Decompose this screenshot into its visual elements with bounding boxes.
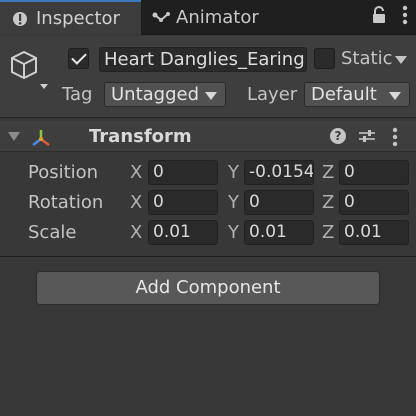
scale-x-field[interactable]: 0.01: [148, 220, 218, 245]
info-icon: [12, 11, 28, 27]
tag-label: Tag: [62, 84, 93, 105]
static-checkbox[interactable]: [314, 48, 335, 69]
static-dropdown-arrow-icon[interactable]: [395, 56, 407, 64]
position-y-axis-label[interactable]: Y: [228, 161, 239, 185]
add-component-button[interactable]: Add Component: [36, 271, 380, 305]
scale-y-axis-label[interactable]: Y: [228, 221, 239, 245]
rotation-z-axis-label[interactable]: Z: [322, 191, 334, 215]
foldout-arrow-icon[interactable]: [8, 132, 20, 141]
position-x-field[interactable]: 0: [148, 160, 218, 185]
rotation-y-axis-label[interactable]: Y: [228, 191, 239, 215]
tab-bar: Inspector Animator: [0, 0, 416, 35]
rotation-y-field[interactable]: 0: [244, 190, 314, 215]
tab-inspector-label: Inspector: [36, 8, 120, 29]
gameobject-name-field[interactable]: Heart Danglies_Earing: [99, 47, 307, 72]
chevron-down-icon: [389, 92, 401, 100]
tag-value: Untagged: [111, 84, 200, 105]
static-label: Static: [341, 48, 393, 69]
tab-animator-label: Animator: [176, 7, 259, 28]
tab-animator[interactable]: Animator: [152, 0, 259, 35]
tab-tools: [372, 0, 408, 35]
active-checkbox[interactable]: [68, 48, 89, 69]
layer-value: Default: [311, 84, 377, 105]
position-z-field[interactable]: 0: [339, 160, 409, 185]
scale-z-axis-label[interactable]: Z: [322, 221, 334, 245]
scale-label: Scale: [28, 222, 77, 243]
scale-y-field[interactable]: 0.01: [244, 220, 314, 245]
transform-title: Transform: [89, 126, 192, 147]
position-z-axis-label[interactable]: Z: [322, 161, 334, 185]
tab-inspector[interactable]: Inspector: [0, 0, 141, 35]
position-label: Position: [28, 162, 99, 183]
scale-x-axis-label[interactable]: X: [130, 221, 142, 245]
transform-component-header[interactable]: Transform ?: [0, 121, 416, 152]
chevron-down-icon: [205, 92, 217, 100]
rotation-x-field[interactable]: 0: [148, 190, 218, 215]
rotation-z-field[interactable]: 0: [339, 190, 409, 215]
position-y-field[interactable]: -0.0154: [244, 160, 314, 185]
transform-axes-icon: [30, 127, 52, 149]
position-x-axis-label[interactable]: X: [130, 161, 142, 185]
help-icon[interactable]: ?: [330, 128, 346, 144]
component-menu-icon[interactable]: [392, 127, 398, 147]
lock-icon[interactable]: [372, 6, 386, 29]
tab-menu-icon[interactable]: [402, 5, 408, 30]
animator-icon: [152, 10, 170, 26]
gameobject-cube-icon[interactable]: [8, 48, 52, 92]
rotation-x-axis-label[interactable]: X: [130, 191, 142, 215]
tag-dropdown[interactable]: Untagged: [104, 82, 226, 107]
gameobject-header: Heart Danglies_Earing Static Tag Untagge…: [0, 36, 416, 118]
rotation-label: Rotation: [28, 192, 104, 213]
scale-z-field[interactable]: 0.01: [339, 220, 409, 245]
layer-dropdown[interactable]: Default: [304, 82, 410, 107]
component-separator: [0, 256, 416, 257]
preset-sliders-icon[interactable]: [358, 128, 376, 144]
layer-label: Layer: [247, 84, 298, 105]
